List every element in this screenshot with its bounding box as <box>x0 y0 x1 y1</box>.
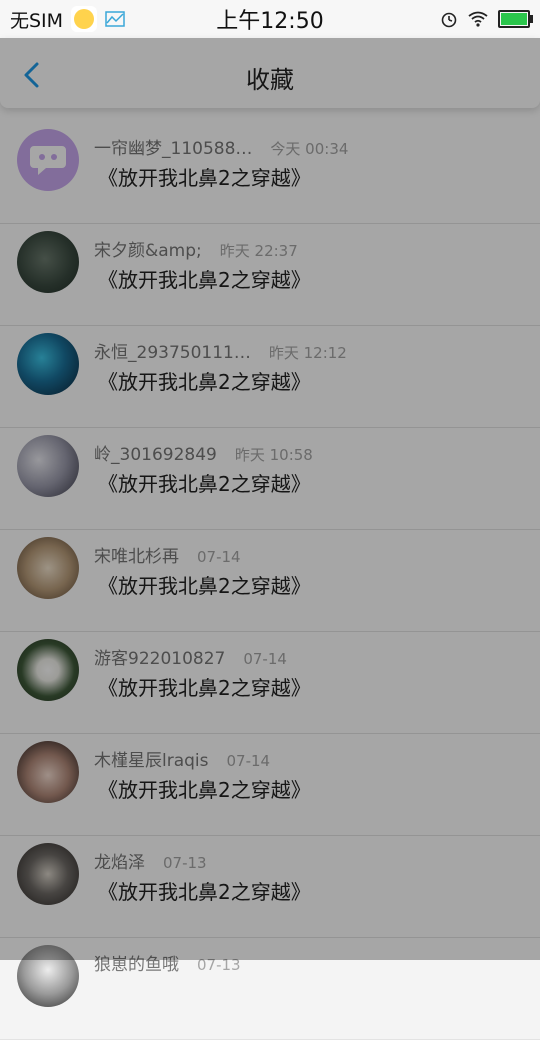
avatar[interactable] <box>17 639 79 701</box>
list-item[interactable]: 永恒_293750111… 昨天 12:12 《放开我北鼻2之穿越》 <box>0 326 540 428</box>
author-name[interactable]: 龙焰泽 <box>94 848 145 873</box>
timestamp: 07-14 <box>226 752 271 770</box>
avatar[interactable] <box>17 231 79 293</box>
book-title[interactable]: 《放开我北鼻2之穿越》 <box>98 876 311 905</box>
timestamp: 昨天 12:12 <box>268 344 347 362</box>
author-name[interactable]: 宋唯北杉再 <box>94 542 179 567</box>
favorites-page: 收藏 一帘幽梦_110588… 今天 00:34 《放开我北鼻2之穿越》 宋夕颜… <box>0 38 540 1040</box>
book-title[interactable]: 《放开我北鼻2之穿越》 <box>98 570 311 599</box>
list-item[interactable]: 木槿星辰lraqis 07-14 《放开我北鼻2之穿越》 <box>0 734 540 836</box>
author-name[interactable]: 木槿星辰lraqis <box>94 746 209 771</box>
timestamp: 07-13 <box>197 956 241 974</box>
timestamp: 07-13 <box>163 854 207 872</box>
author-name[interactable]: 岭_301692849 <box>94 440 217 465</box>
wifi-icon <box>468 11 488 27</box>
chart-notification-icon <box>105 11 125 27</box>
timestamp: 07-14 <box>243 650 287 668</box>
book-title[interactable]: 《放开我北鼻2之穿越》 <box>98 774 311 803</box>
chat-bubble-icon <box>30 146 66 175</box>
list-item[interactable]: 宋夕颜&amp; 昨天 22:37 《放开我北鼻2之穿越》 <box>0 224 540 326</box>
app-notification-icon <box>71 6 98 32</box>
favorites-list: 一帘幽梦_110588… 今天 00:34 《放开我北鼻2之穿越》 宋夕颜&am… <box>0 122 540 1040</box>
list-item[interactable]: 狼崽的鱼哦 07-13 <box>0 938 540 1040</box>
list-item[interactable]: 一帘幽梦_110588… 今天 00:34 《放开我北鼻2之穿越》 <box>0 122 540 224</box>
list-item[interactable]: 游客922010827 07-14 《放开我北鼻2之穿越》 <box>0 632 540 734</box>
avatar[interactable] <box>17 741 79 803</box>
author-name[interactable]: 狼崽的鱼哦 <box>94 950 179 975</box>
battery-icon <box>498 10 533 28</box>
book-title[interactable]: 《放开我北鼻2之穿越》 <box>98 264 311 293</box>
avatar[interactable] <box>17 945 79 1007</box>
author-name[interactable]: 游客922010827 <box>94 644 225 669</box>
list-item[interactable]: 龙焰泽 07-13 《放开我北鼻2之穿越》 <box>0 836 540 938</box>
book-title[interactable]: 《放开我北鼻2之穿越》 <box>98 672 311 701</box>
avatar[interactable] <box>17 129 79 191</box>
navigation-bar: 收藏 <box>0 38 540 108</box>
page-title: 收藏 <box>246 66 294 94</box>
timestamp: 今天 00:34 <box>270 140 349 158</box>
book-title[interactable]: 《放开我北鼻2之穿越》 <box>98 162 311 191</box>
book-title[interactable]: 《放开我北鼻2之穿越》 <box>98 366 311 395</box>
timestamp: 07-14 <box>197 548 241 566</box>
timestamp: 昨天 22:37 <box>219 242 298 260</box>
list-item[interactable]: 宋唯北杉再 07-14 《放开我北鼻2之穿越》 <box>0 530 540 632</box>
author-name[interactable]: 永恒_293750111… <box>94 338 251 363</box>
avatar[interactable] <box>17 537 79 599</box>
avatar[interactable] <box>17 333 79 395</box>
avatar[interactable] <box>17 435 79 497</box>
carrier-label: 无SIM <box>10 9 64 32</box>
book-title[interactable]: 《放开我北鼻2之穿越》 <box>98 468 311 497</box>
author-name[interactable]: 宋夕颜&amp; <box>94 236 202 261</box>
alarm-icon <box>441 12 457 28</box>
timestamp: 昨天 10:58 <box>234 446 313 464</box>
status-bar: 无SIM 上午12:50 <box>0 0 540 38</box>
author-name[interactable]: 一帘幽梦_110588… <box>94 134 252 159</box>
list-item[interactable]: 岭_301692849 昨天 10:58 《放开我北鼻2之穿越》 <box>0 428 540 530</box>
avatar[interactable] <box>17 843 79 905</box>
